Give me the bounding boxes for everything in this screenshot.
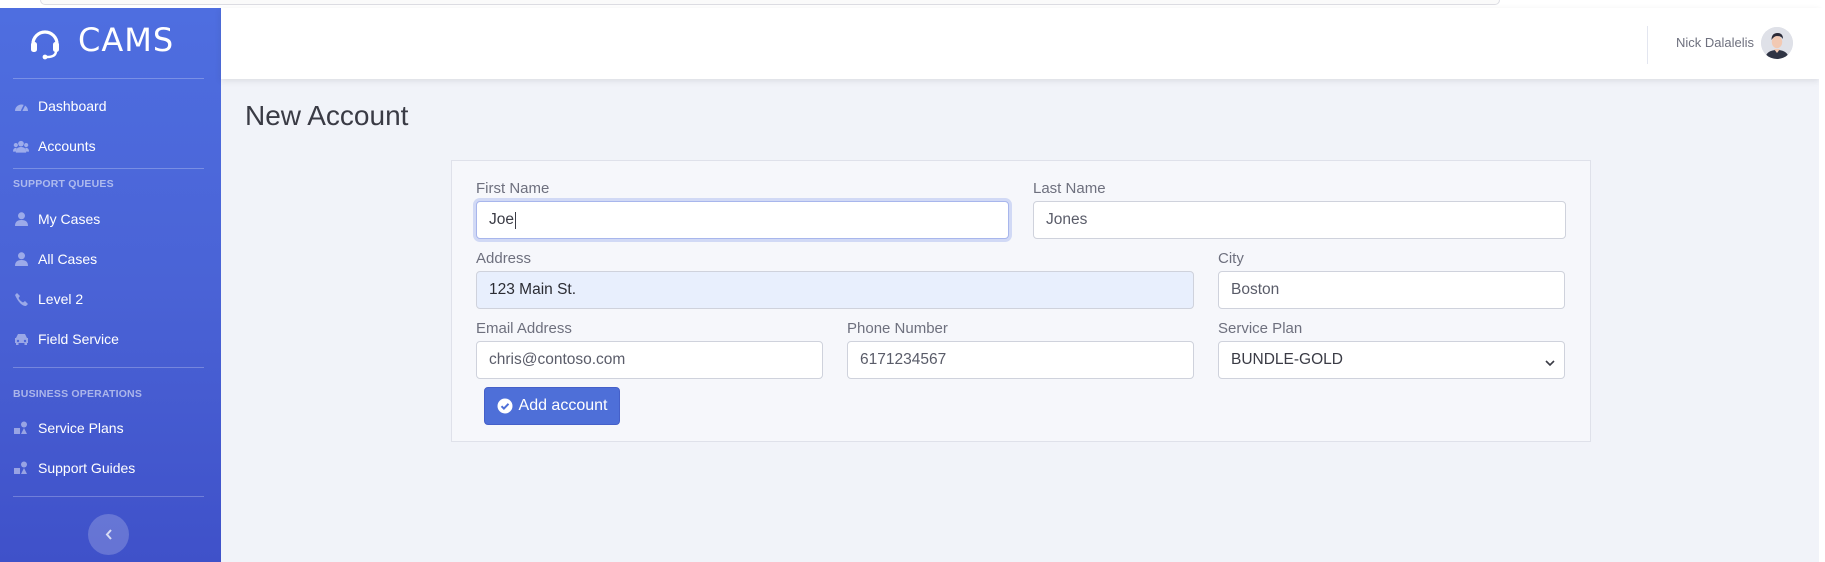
sidebar-item-field-service[interactable]: Field Service [0, 321, 221, 357]
sidebar-item-label: Service Plans [38, 420, 124, 436]
add-account-button[interactable]: Add account [484, 387, 620, 425]
last-name-field[interactable]: Jones [1033, 201, 1566, 239]
sidebar-divider [13, 78, 204, 79]
brand[interactable]: CAMS [0, 8, 221, 78]
sidebar-item-service-plans[interactable]: Service Plans [0, 410, 221, 446]
address-field[interactable]: 123 Main St. [476, 271, 1194, 309]
first-name-field[interactable]: Joe [476, 201, 1009, 239]
city-value: Boston [1231, 281, 1280, 298]
sidebar-heading-support: SUPPORT QUEUES [13, 178, 114, 190]
sidebar-item-label: Support Guides [38, 460, 136, 476]
browser-address-strip [40, 0, 1500, 5]
tachometer-icon [13, 98, 29, 114]
sidebar-heading-business: BUSINESS OPERATIONS [13, 388, 143, 400]
service-plan-label: Service Plan [1218, 320, 1303, 337]
sidebar-item-label: Accounts [38, 138, 96, 154]
shapes-icon [13, 420, 29, 436]
browser-top-strip [0, 0, 1825, 8]
sidebar-item-my-cases[interactable]: My Cases [0, 201, 221, 237]
car-icon [13, 331, 29, 347]
sidebar: CAMS Dashboard Accounts SUPPORT QUEUES M… [0, 8, 221, 562]
user-name[interactable]: Nick Dalalelis [1676, 35, 1754, 50]
service-plan-value: BUNDLE-GOLD [1231, 351, 1343, 368]
text-caret [515, 211, 516, 229]
chevron-left-icon [105, 527, 113, 543]
sidebar-item-label: Dashboard [38, 98, 107, 114]
phone-field[interactable]: 6171234567 [847, 341, 1194, 379]
city-field[interactable]: Boston [1218, 271, 1565, 309]
address-label: Address [476, 250, 532, 267]
sidebar-divider [13, 367, 204, 368]
user-icon [13, 211, 29, 227]
page-title: New Account [245, 100, 409, 131]
sidebar-item-support-guides[interactable]: Support Guides [0, 450, 221, 486]
service-plan-select[interactable]: BUNDLE-GOLD [1218, 341, 1565, 379]
address-value: 123 Main St. [489, 281, 577, 298]
topbar-divider [1647, 26, 1648, 64]
last-name-label: Last Name [1033, 180, 1106, 197]
sidebar-divider [13, 168, 204, 169]
sidebar-item-all-cases[interactable]: All Cases [0, 241, 221, 277]
sidebar-item-label: All Cases [38, 251, 98, 267]
phone-icon [13, 291, 29, 307]
brand-name: CAMS [78, 21, 175, 59]
user-icon [13, 251, 29, 267]
email-value: chris@contoso.com [489, 351, 626, 368]
headset-icon [27, 24, 63, 60]
shapes-icon [13, 460, 29, 476]
users-icon [13, 138, 29, 154]
sidebar-toggle-button[interactable] [88, 514, 129, 555]
sidebar-item-level-2[interactable]: Level 2 [0, 281, 221, 317]
phone-label: Phone Number [847, 320, 948, 337]
email-field[interactable]: chris@contoso.com [476, 341, 823, 379]
chevron-down-icon [1545, 355, 1555, 367]
add-account-label: Add account [518, 397, 608, 414]
avatar[interactable] [1761, 27, 1793, 59]
email-label: Email Address [476, 320, 572, 337]
sidebar-item-label: Field Service [38, 331, 119, 347]
topbar: Nick Dalalelis [221, 8, 1819, 79]
phone-value: 6171234567 [860, 351, 947, 368]
sidebar-item-accounts[interactable]: Accounts [0, 128, 221, 164]
last-name-value: Jones [1046, 211, 1088, 228]
first-name-label: First Name [476, 180, 550, 197]
sidebar-item-label: My Cases [38, 211, 101, 227]
scroll-edge [1819, 8, 1825, 562]
sidebar-divider [13, 496, 204, 497]
first-name-value: Joe [489, 211, 514, 228]
check-circle-icon [497, 398, 513, 414]
city-label: City [1218, 250, 1244, 267]
sidebar-item-label: Level 2 [38, 291, 84, 307]
sidebar-item-dashboard[interactable]: Dashboard [0, 88, 221, 124]
